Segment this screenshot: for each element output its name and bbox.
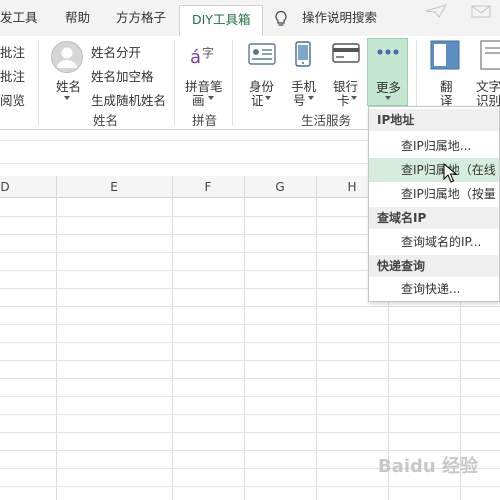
more-button[interactable]: 更多 xyxy=(367,38,408,106)
chevron-down-icon xyxy=(351,96,357,100)
column-header-e[interactable]: E xyxy=(56,176,172,198)
more-dropdown-menu: IP地址 查IP归属地... 查IP归属地（在线 查IP归属地（按量 查域名IP… xyxy=(368,106,500,302)
mobile-number-button-line2: 号 xyxy=(293,93,306,108)
random-name-button[interactable]: 生成随机姓名 xyxy=(91,90,166,109)
chevron-down-icon xyxy=(308,96,314,100)
ribbon-separator xyxy=(232,40,233,126)
menu-item-express-query[interactable]: 查询快递... xyxy=(369,277,499,301)
tab-developer[interactable]: 发工具 xyxy=(0,0,38,36)
paper-plane-icon xyxy=(425,4,447,18)
split-name-button[interactable]: 姓名分开 xyxy=(91,42,141,61)
grid-row-line xyxy=(0,378,500,379)
more-button-label: 更多 xyxy=(376,80,402,95)
grid-column-line xyxy=(172,176,173,500)
chevron-down-icon xyxy=(385,96,391,100)
ribbon-item-read[interactable]: 阅览 xyxy=(0,90,25,109)
name-add-space-button[interactable]: 姓名加空格 xyxy=(91,66,154,85)
tab-diy-toolbox[interactable]: DIY工具箱 xyxy=(179,5,264,36)
column-header-f[interactable]: F xyxy=(172,176,244,198)
pinyin-icon: á 字 xyxy=(190,45,214,68)
menu-section-domain-ip: 查域名IP xyxy=(369,207,499,229)
ribbon-separator xyxy=(38,40,39,126)
grid-row-line xyxy=(0,396,500,397)
tell-me-search[interactable]: 操作说明搜索 xyxy=(302,0,377,36)
grid-row-line xyxy=(0,360,500,361)
ribbon-item-comment-2[interactable]: 批注 xyxy=(0,66,25,85)
user-avatar-icon xyxy=(51,41,83,73)
grid-row-line xyxy=(0,486,500,487)
chevron-down-icon xyxy=(208,96,214,100)
lightbulb-icon xyxy=(275,10,287,26)
grid-column-line xyxy=(316,176,317,500)
grid-row-line xyxy=(0,324,500,325)
ribbon-item-comment-1[interactable]: 批注 xyxy=(0,42,25,61)
svg-text:字: 字 xyxy=(202,45,214,60)
name-button[interactable]: 姓名 xyxy=(56,76,81,95)
menu-item-ip-lookup-online[interactable]: 查IP归属地（在线 xyxy=(369,158,499,182)
grid-row-line xyxy=(0,432,500,433)
menu-section-express: 快递查询 xyxy=(369,255,499,277)
chevron-down-icon xyxy=(64,96,70,100)
group-label-name: 姓名 xyxy=(93,113,119,128)
text-recognition-icon xyxy=(480,40,500,70)
watermark: Baidu 经验 xyxy=(378,456,479,477)
group-label-pinyin: 拼音 xyxy=(192,113,218,128)
translate-icon xyxy=(430,40,460,70)
grid-row-line xyxy=(0,306,500,307)
grid-row-line xyxy=(0,450,500,451)
column-header-d[interactable]: D xyxy=(0,176,10,198)
bank-card-button-line2: 卡 xyxy=(337,93,350,108)
menu-item-ip-lookup[interactable]: 查IP归属地... xyxy=(369,134,499,158)
more-dots-icon xyxy=(377,49,399,55)
tab-fangfang[interactable]: 方方格子 xyxy=(116,0,166,36)
menu-item-ip-lookup-bulk[interactable]: 查IP归属地（按量 xyxy=(369,182,499,206)
mouse-cursor-icon xyxy=(443,163,457,183)
id-card-button-line2: 证 xyxy=(251,93,264,108)
grid-column-line xyxy=(244,176,245,500)
ribbon-tab-bar: 发工具 帮助 方方格子 DIY工具箱 操作说明搜索 xyxy=(0,0,500,36)
svg-text:á: á xyxy=(190,47,201,68)
menu-section-ip: IP地址 xyxy=(369,109,499,131)
grid-column-line xyxy=(56,176,57,500)
tab-help[interactable]: 帮助 xyxy=(65,0,90,36)
grid-row-line xyxy=(0,342,500,343)
menu-item-domain-ip[interactable]: 查询域名的IP... xyxy=(369,230,499,254)
chevron-down-icon xyxy=(265,96,271,100)
column-header-g[interactable]: G xyxy=(244,176,316,198)
bank-card-icon xyxy=(332,43,360,63)
envelope-icon xyxy=(471,5,491,18)
grid-row-line xyxy=(0,414,500,415)
id-card-icon xyxy=(248,43,276,65)
ribbon-separator xyxy=(174,40,175,126)
group-label-life-service: 生活服务 xyxy=(301,113,352,128)
mobile-phone-icon xyxy=(295,41,311,67)
pinyin-stroke-button-line2: 画 xyxy=(192,93,205,108)
